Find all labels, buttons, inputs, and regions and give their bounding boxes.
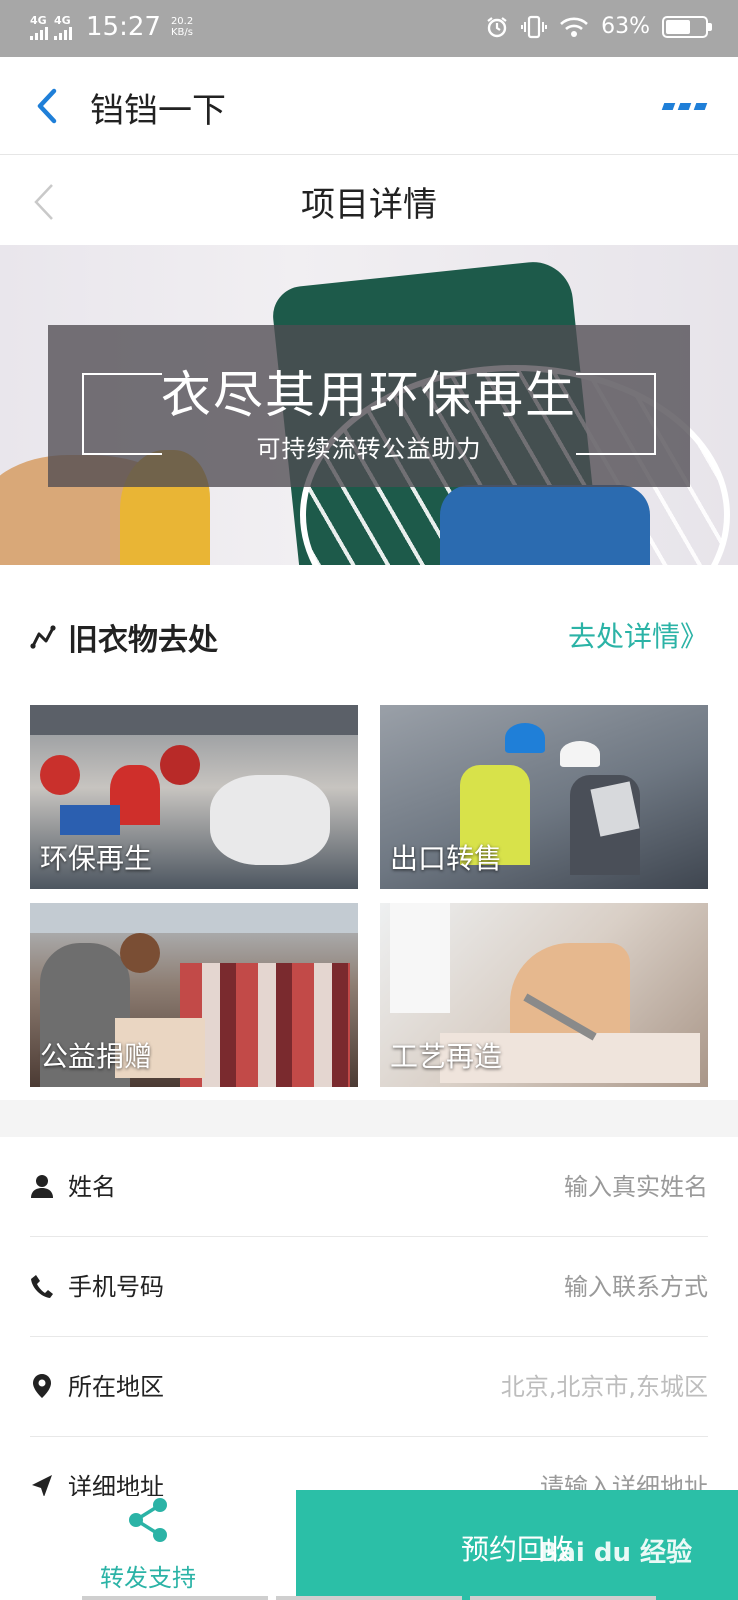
destination-details-link[interactable]: 去处详情》 [568, 615, 708, 655]
form-row-name[interactable]: 姓名 输入真实姓名 [30, 1137, 708, 1237]
tile-donation[interactable]: 公益捐赠 [30, 903, 358, 1087]
name-input[interactable]: 输入真实姓名 [564, 1167, 708, 1202]
watermark-logo: Bai du 经验 [538, 1538, 693, 1568]
trend-icon [30, 625, 56, 649]
tile-label: 环保再生 [40, 842, 153, 875]
app-header: 铛铛一下 [0, 57, 738, 155]
page-title: 项目详情 [301, 185, 437, 225]
phone-input[interactable]: 输入联系方式 [564, 1267, 708, 1302]
form-label: 姓名 [68, 1173, 116, 1201]
banner[interactable]: 衣尽其用环保再生 可持续流转公益助力 [0, 245, 738, 565]
share-label: 转发支持 [100, 1564, 196, 1592]
share-icon [129, 1498, 167, 1542]
app-title: 铛铛一下 [90, 91, 226, 131]
person-icon [31, 1175, 53, 1198]
network-speed: 20.2 KB/s [170, 16, 194, 38]
form-row-phone[interactable]: 手机号码 输入联系方式 [30, 1237, 708, 1337]
tile-label: 工艺再造 [390, 1040, 503, 1073]
back-icon[interactable] [32, 181, 56, 223]
status-left: 4G 4G 15:27 20.2 KB/s [30, 12, 193, 42]
section-title: 旧衣物去处 [68, 623, 218, 658]
banner-headline: 衣尽其用环保再生 [161, 366, 577, 424]
tile-craft[interactable]: 工艺再造 [380, 903, 708, 1087]
form-label: 手机号码 [68, 1273, 164, 1301]
battery-percent: 63% [601, 14, 650, 39]
region-select[interactable]: 北京,北京市,东城区 [501, 1367, 708, 1402]
signal-icon-2: 4G [54, 15, 72, 40]
location-icon [33, 1374, 51, 1398]
tile-recycle[interactable]: 环保再生 [30, 705, 358, 889]
destinations-section: 旧衣物去处 去处详情》 环保再生 出口转售 公益捐赠 工艺再造 [0, 565, 738, 1100]
section-header: 旧衣物去处 [30, 615, 218, 659]
share-button[interactable]: 转发支持 [0, 1496, 296, 1600]
battery-level [666, 19, 690, 34]
banner-overlay: 衣尽其用环保再生 可持续流转公益助力 [48, 325, 690, 487]
tile-label: 公益捐赠 [40, 1040, 153, 1073]
signal-icon: 4G [30, 15, 48, 40]
wifi-icon [560, 17, 588, 37]
booking-form: 姓名 输入真实姓名 手机号码 输入联系方式 所在地区 北京,北京市,东城区 详细… [0, 1137, 738, 1501]
form-label: 所在地区 [68, 1373, 164, 1401]
battery-icon [662, 15, 712, 38]
banner-blue-cloth [440, 485, 650, 565]
sub-header: 项目详情 [0, 155, 738, 245]
bottom-bar: 转发支持 预约回收 Bai du 经验 [0, 1490, 738, 1600]
form-row-region[interactable]: 所在地区 北京,北京市,东城区 [30, 1337, 708, 1437]
network-type-2: 4G [54, 13, 71, 27]
tile-export[interactable]: 出口转售 [380, 705, 708, 889]
tile-label: 出口转售 [390, 842, 503, 875]
banner-subline: 可持续流转公益助力 [256, 435, 482, 463]
status-bar: 4G 4G 15:27 20.2 KB/s 63% [0, 0, 738, 57]
chevron-left-icon[interactable] [30, 85, 66, 127]
status-right: 63% [485, 14, 712, 39]
book-recycle-button[interactable]: 预约回收 Bai du 经验 [296, 1490, 738, 1600]
network-type-1: 4G [30, 13, 47, 27]
alarm-icon [487, 16, 507, 37]
phone-icon [31, 1275, 53, 1298]
system-nav-indicator [82, 1596, 656, 1600]
more-dots-icon[interactable] [661, 103, 708, 110]
vibrate-icon [521, 15, 548, 38]
clock: 15:27 [86, 12, 161, 42]
